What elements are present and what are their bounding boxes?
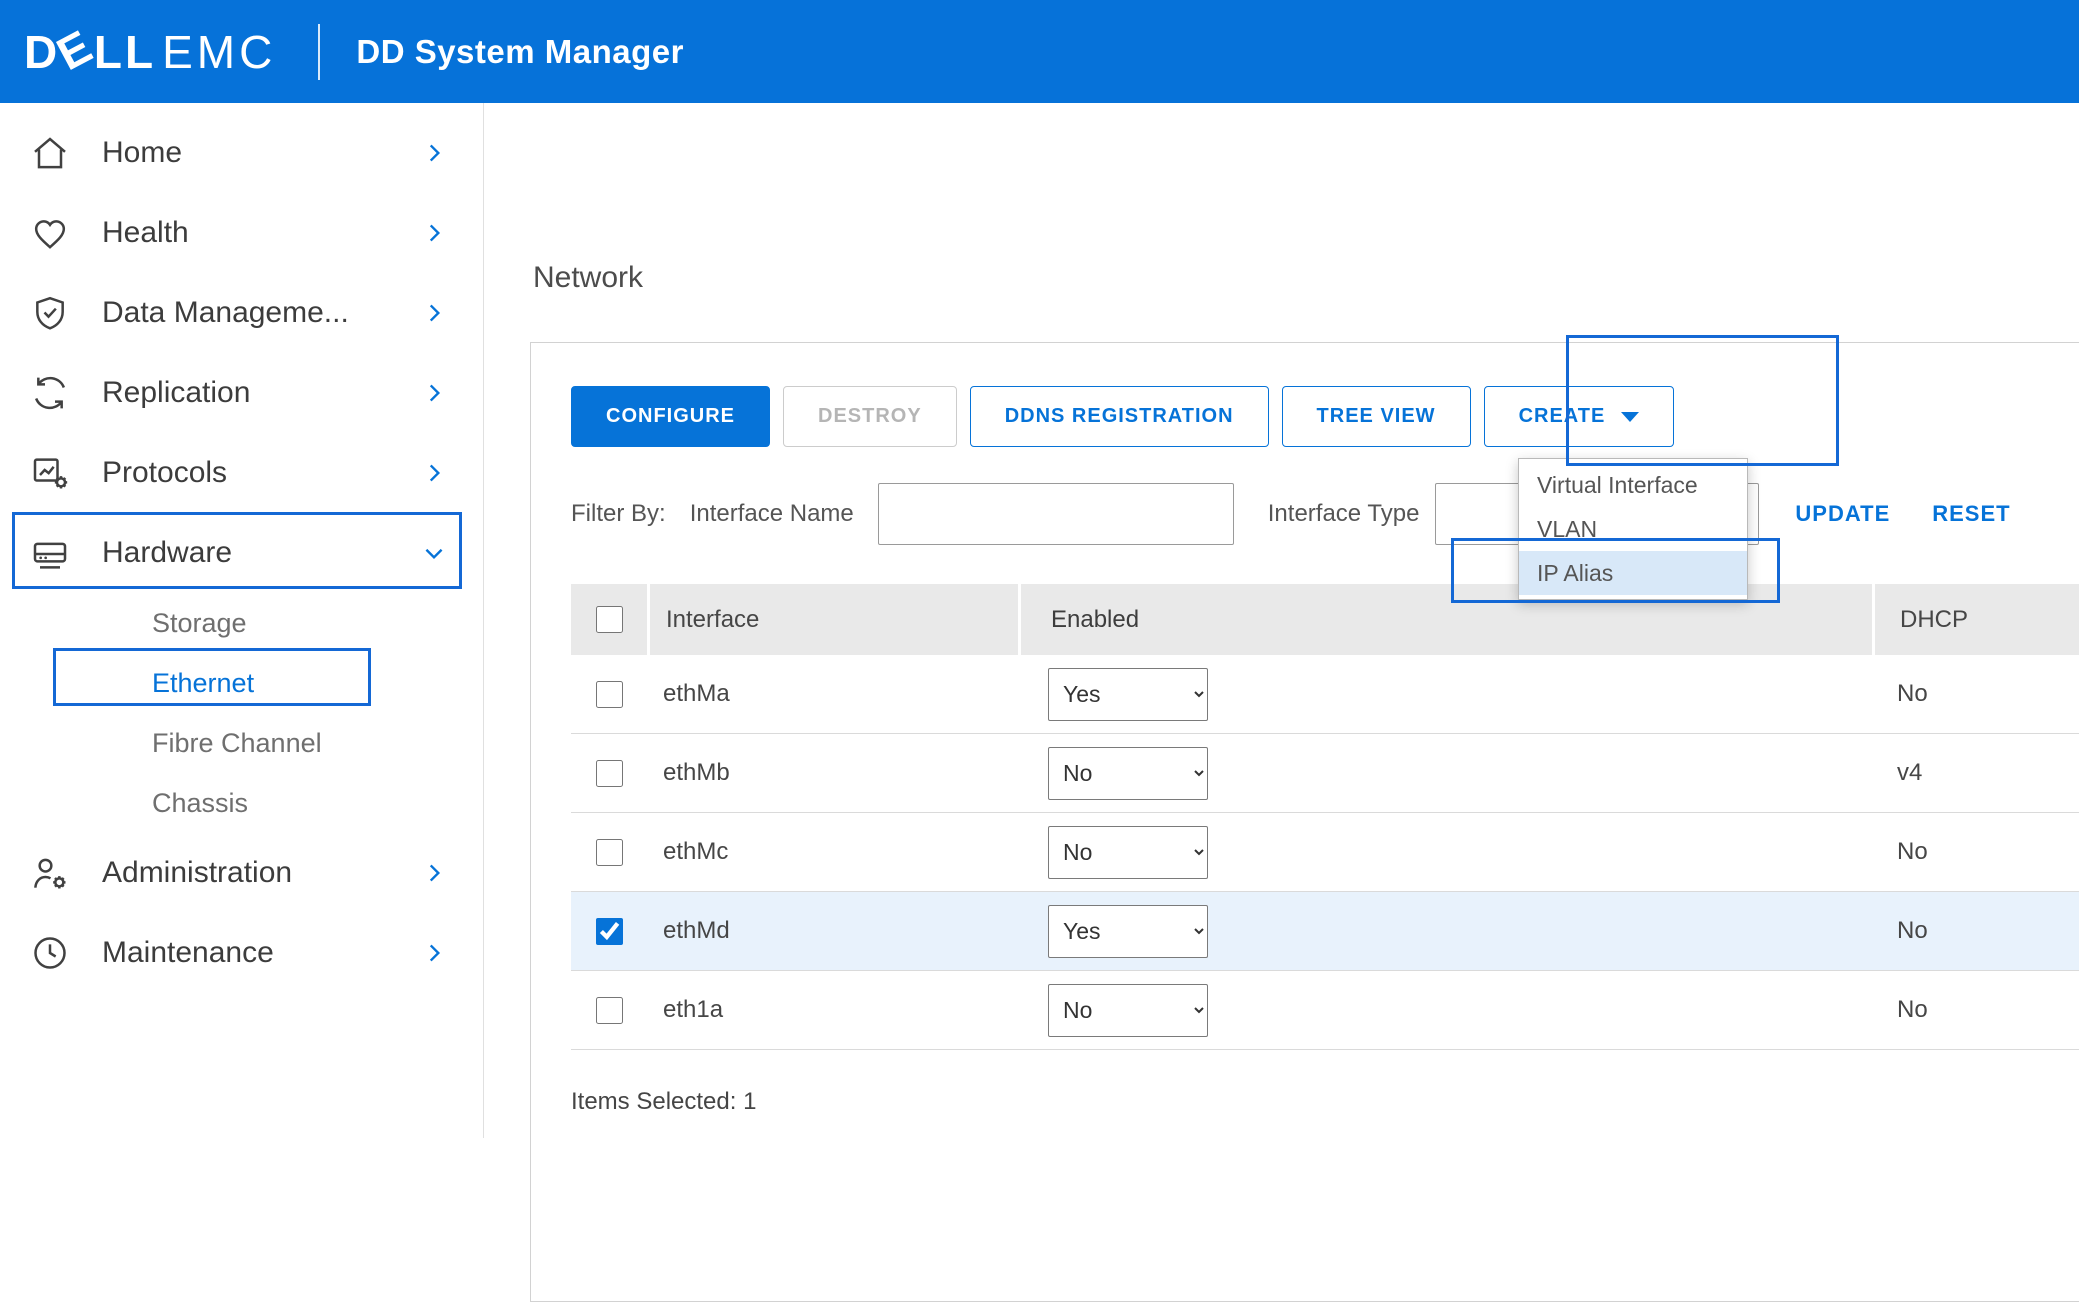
ddns-registration-button[interactable]: DDNS REGISTRATION	[970, 386, 1269, 447]
protocols-icon	[30, 453, 70, 493]
chevron-right-icon	[421, 860, 447, 886]
refresh-icon	[30, 373, 70, 413]
table-row: ethMc No No	[571, 813, 2079, 892]
chevron-right-icon	[421, 940, 447, 966]
sidebar-item-maintenance[interactable]: Maintenance	[0, 913, 483, 993]
enabled-select[interactable]: No	[1048, 747, 1208, 800]
sidebar-item-label: Administration	[102, 856, 421, 890]
sidebar-item-fibre-channel[interactable]: Fibre Channel	[0, 713, 483, 773]
sidebar-item-hardware[interactable]: Hardware	[0, 513, 483, 593]
dhcp-cell: v4	[1872, 734, 2079, 812]
interface-cell: ethMd	[647, 892, 1018, 970]
interfaces-panel: CONFIGURE DESTROY DDNS REGISTRATION TREE…	[530, 342, 2079, 1302]
sidebar-subitem-label: Fibre Channel	[152, 728, 322, 759]
home-icon	[30, 133, 70, 173]
sidebar-subitem-label: Chassis	[152, 788, 248, 819]
toolbar: CONFIGURE DESTROY DDNS REGISTRATION TREE…	[571, 386, 1674, 447]
table-row-selected: ethMd Yes No	[571, 892, 2079, 971]
row-checkbox[interactable]	[596, 918, 623, 945]
interface-cell: ethMc	[647, 813, 1018, 891]
main-content: Network INTERFACES SETTINGS ROUTES CONFI…	[484, 103, 2079, 1138]
select-all-checkbox[interactable]	[596, 606, 623, 633]
user-gear-icon	[30, 853, 70, 893]
sidebar-item-data-management[interactable]: Data Manageme...	[0, 273, 483, 353]
menu-item-virtual-interface[interactable]: Virtual Interface	[1519, 463, 1747, 507]
clock-icon	[30, 933, 70, 973]
row-checkbox[interactable]	[596, 681, 623, 708]
table-row: ethMb No v4	[571, 734, 2079, 813]
enabled-select[interactable]: No	[1048, 826, 1208, 879]
shield-check-icon	[30, 293, 70, 333]
hardware-drive-icon	[30, 533, 70, 573]
sidebar-subitem-label: Storage	[152, 608, 247, 639]
header-divider	[318, 24, 320, 80]
sidebar-item-label: Home	[102, 136, 421, 170]
create-dropdown-menu: Virtual Interface VLAN IP Alias	[1518, 458, 1748, 600]
heart-icon	[30, 213, 70, 253]
sidebar-item-chassis[interactable]: Chassis	[0, 773, 483, 833]
items-selected-status: Items Selected: 1	[571, 1088, 756, 1116]
enabled-select[interactable]: Yes	[1048, 668, 1208, 721]
table-row: eth1a No No	[571, 971, 2079, 1050]
sidebar-item-label: Health	[102, 216, 421, 250]
enabled-select[interactable]: Yes	[1048, 905, 1208, 958]
create-button[interactable]: CREATE	[1484, 386, 1675, 447]
interface-cell: ethMb	[647, 734, 1018, 812]
filter-by-label: Filter By:	[571, 500, 666, 528]
sidebar-item-label: Protocols	[102, 456, 421, 490]
row-checkbox[interactable]	[596, 997, 623, 1024]
dhcp-column-header: DHCP	[1872, 584, 2079, 655]
chevron-down-icon	[421, 540, 447, 566]
caret-down-icon	[1621, 412, 1639, 422]
sidebar-item-health[interactable]: Health	[0, 193, 483, 273]
dhcp-cell: No	[1872, 971, 2079, 1049]
menu-item-ip-alias[interactable]: IP Alias	[1519, 551, 1747, 595]
menu-item-vlan[interactable]: VLAN	[1519, 507, 1747, 551]
interface-name-input[interactable]	[878, 483, 1234, 545]
chevron-right-icon	[421, 460, 447, 486]
dellemc-logo: DELL EMC	[24, 25, 276, 79]
sidebar-item-label: Replication	[102, 376, 421, 410]
sidebar-item-home[interactable]: Home	[0, 113, 483, 193]
table-row: ethMa Yes No	[571, 655, 2079, 734]
update-link[interactable]: UPDATE	[1795, 501, 1890, 527]
row-checkbox[interactable]	[596, 839, 623, 866]
sidebar-item-label: Maintenance	[102, 936, 421, 970]
reset-link[interactable]: RESET	[1932, 501, 2010, 527]
sidebar-subitem-label: Ethernet	[152, 668, 254, 699]
enabled-select[interactable]: No	[1048, 984, 1208, 1037]
sidebar: Home Health Data Manageme... Replication…	[0, 103, 484, 1138]
chevron-right-icon	[421, 220, 447, 246]
dhcp-cell: No	[1872, 892, 2079, 970]
chevron-right-icon	[421, 140, 447, 166]
sidebar-item-storage[interactable]: Storage	[0, 593, 483, 653]
row-checkbox[interactable]	[596, 760, 623, 787]
interface-column-header: Interface	[647, 584, 1018, 655]
app-header: DELL EMC DD System Manager	[0, 0, 2079, 103]
sidebar-item-ethernet[interactable]: Ethernet	[0, 653, 483, 713]
dhcp-cell: No	[1872, 813, 2079, 891]
interface-name-label: Interface Name	[690, 500, 854, 528]
page-title: Network	[533, 261, 643, 295]
interface-type-label: Interface Type	[1268, 500, 1420, 528]
interfaces-table: Interface Enabled DHCP ethMa Yes No ethM…	[571, 584, 2079, 1050]
sidebar-item-label: Hardware	[102, 536, 421, 570]
interface-cell: eth1a	[647, 971, 1018, 1049]
configure-button[interactable]: CONFIGURE	[571, 386, 770, 447]
sidebar-item-label: Data Manageme...	[102, 296, 421, 330]
sidebar-item-administration[interactable]: Administration	[0, 833, 483, 913]
tree-view-button[interactable]: TREE VIEW	[1282, 386, 1471, 447]
sidebar-item-protocols[interactable]: Protocols	[0, 433, 483, 513]
filter-row: Filter By: Interface Name Interface Type…	[571, 483, 2011, 545]
destroy-button[interactable]: DESTROY	[783, 386, 957, 447]
sidebar-item-replication[interactable]: Replication	[0, 353, 483, 433]
table-header-row: Interface Enabled DHCP	[571, 584, 2079, 655]
dhcp-cell: No	[1872, 655, 2079, 733]
chevron-right-icon	[421, 380, 447, 406]
app-title: DD System Manager	[356, 33, 684, 71]
interface-cell: ethMa	[647, 655, 1018, 733]
chevron-right-icon	[421, 300, 447, 326]
